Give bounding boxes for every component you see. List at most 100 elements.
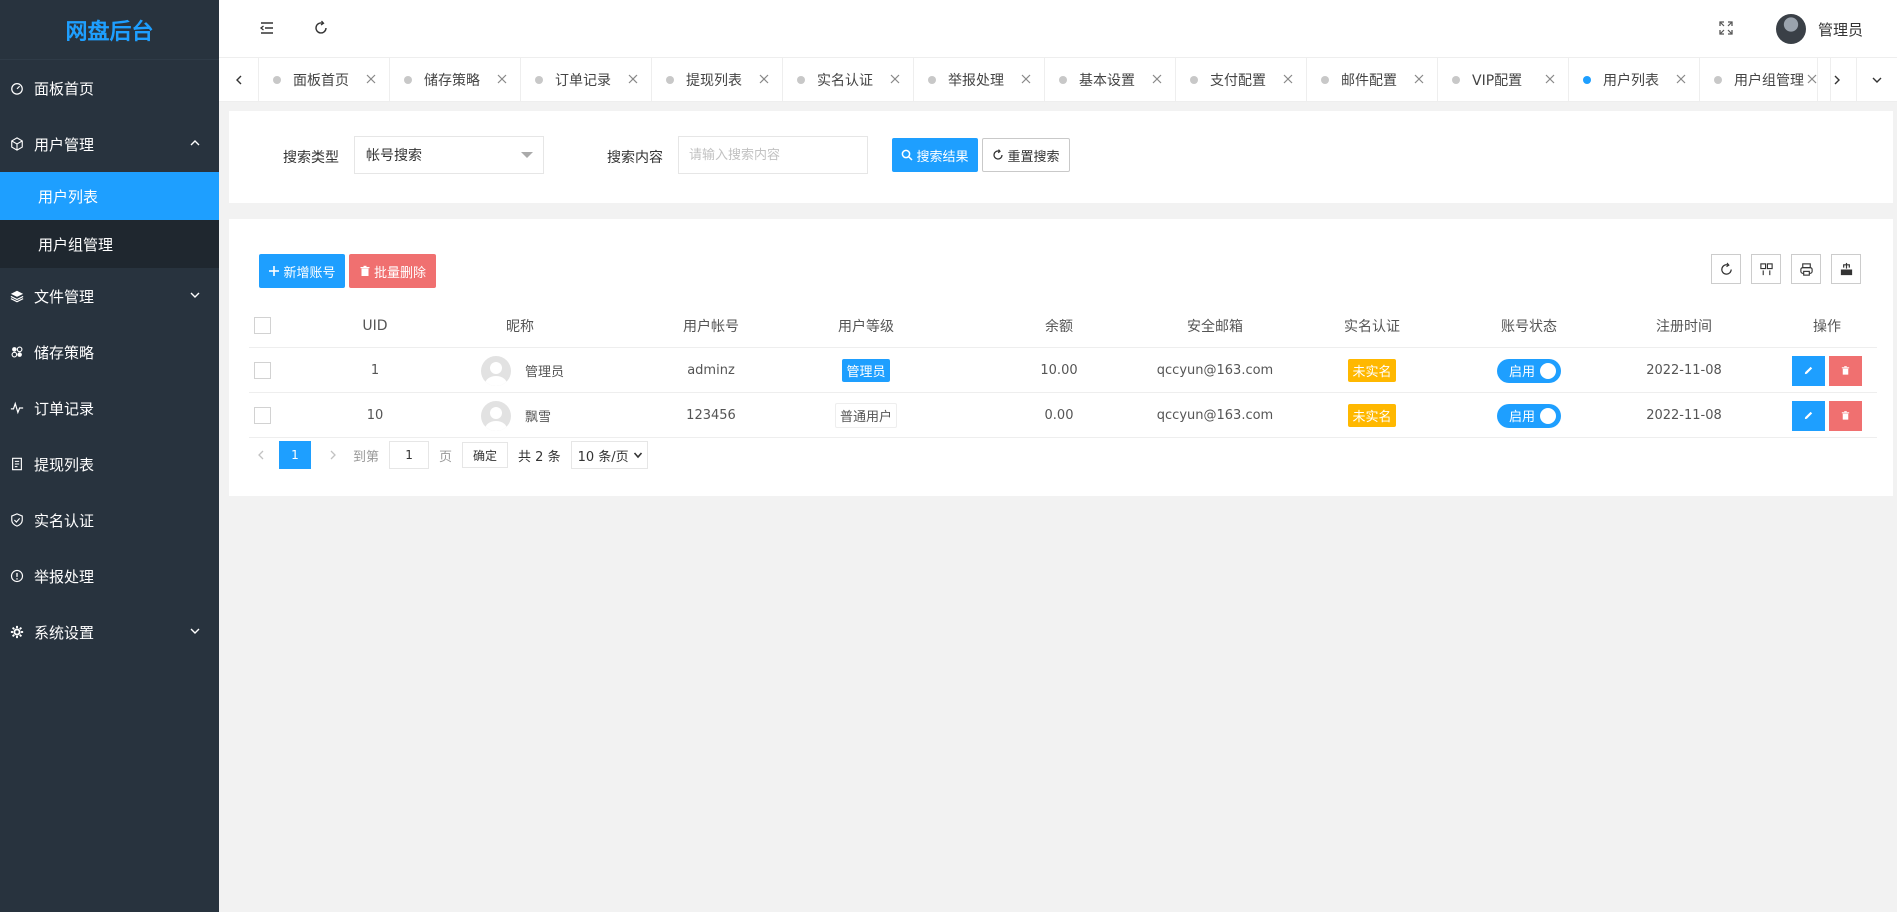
sidebar-item-label: 文件管理 <box>34 287 95 306</box>
tab-label: 支付配置 <box>1210 73 1266 89</box>
table-body: 1 管理员 adminz 管理员 10.00 qccyun@163.com 未实名 启用 202… <box>249 348 1877 438</box>
tabs-scroll-right[interactable] <box>1817 58 1857 102</box>
total-count: 共 2 条 <box>518 449 561 465</box>
search-input[interactable] <box>678 136 868 174</box>
user-menu[interactable]: 管理员 <box>1775 13 1863 45</box>
page-button-current[interactable]: 1 <box>279 441 311 469</box>
edit-button[interactable] <box>1792 400 1825 431</box>
close-icon[interactable] <box>1675 73 1687 85</box>
tab-label: 举报处理 <box>948 73 1004 89</box>
tab-item[interactable]: 用户组管理 <box>1700 58 1831 102</box>
column-header[interactable]: 昵称 <box>480 303 560 348</box>
account-cell: adminz <box>687 363 735 378</box>
close-icon[interactable] <box>1020 73 1032 85</box>
export-button[interactable] <box>1831 254 1861 284</box>
fullscreen-button[interactable] <box>1715 17 1737 39</box>
search-type-select[interactable]: 帐号搜索 <box>354 136 544 174</box>
edit-button[interactable] <box>1792 355 1825 386</box>
goto-page-input[interactable] <box>389 441 430 469</box>
tab-status-dot <box>273 76 281 84</box>
column-header[interactable]: 安全邮箱 <box>1155 303 1275 348</box>
tab-item[interactable]: 提现列表 <box>652 58 783 102</box>
trash-icon <box>1841 366 1850 375</box>
actions-cell <box>1785 348 1869 393</box>
column-header[interactable]: 用户帐号 <box>661 303 761 348</box>
column-header[interactable]: 余额 <box>1029 303 1089 348</box>
column-header[interactable]: 账号状态 <box>1479 303 1579 348</box>
sidebar-item-reports[interactable]: 举报处理 <box>0 548 219 604</box>
sidebar-item-system-settings[interactable]: 系统设置 <box>0 604 219 660</box>
shield-icon <box>10 513 24 527</box>
sidebar-item-file-management[interactable]: 文件管理 <box>0 268 219 324</box>
tab-item[interactable]: 储存策略 <box>390 58 521 102</box>
close-icon[interactable] <box>627 73 639 85</box>
verify-badge: 未实名 <box>1348 359 1396 382</box>
row-select-cell <box>249 393 275 438</box>
menu-fold-icon <box>259 22 273 34</box>
sidebar-item-user-group[interactable]: 用户组管理 <box>0 220 219 268</box>
caret-down-icon <box>521 152 533 158</box>
tab-item[interactable]: VIP配置 <box>1438 58 1569 102</box>
column-filter-button[interactable] <box>1751 254 1781 284</box>
sidebar-item-user-list[interactable]: 用户列表 <box>0 172 219 220</box>
close-icon[interactable] <box>758 73 770 85</box>
chevron-left-icon <box>258 450 264 460</box>
status-toggle[interactable]: 启用 <box>1497 358 1561 383</box>
print-button[interactable] <box>1791 254 1821 284</box>
add-account-button[interactable]: 新增账号 <box>259 254 345 288</box>
tab-status-dot <box>535 76 543 84</box>
table-refresh-button[interactable] <box>1711 254 1741 284</box>
tabs-dropdown[interactable] <box>1857 58 1897 102</box>
column-header[interactable]: 实名认证 <box>1322 303 1422 348</box>
tab-item[interactable]: 面板首页 <box>259 58 390 102</box>
tab-item[interactable]: 基本设置 <box>1045 58 1176 102</box>
next-page-button[interactable] <box>321 441 345 469</box>
delete-button[interactable] <box>1829 400 1862 431</box>
close-icon[interactable] <box>1413 73 1425 85</box>
sidebar-item-verification[interactable]: 实名认证 <box>0 492 219 548</box>
page-size-select[interactable]: 10 条/页 <box>570 441 648 469</box>
prev-page-button[interactable] <box>249 441 273 469</box>
tab-item[interactable]: 举报处理 <box>914 58 1045 102</box>
select-all-checkbox[interactable] <box>253 317 271 334</box>
sidebar-item-user-management[interactable]: 用户管理 <box>0 116 219 172</box>
chevron-left-icon <box>235 75 241 85</box>
tab-status-dot <box>1452 76 1460 84</box>
pagination: 1 到第 页 确定 共 2 条 10 条/页 <box>249 441 648 469</box>
search-button-label: 搜索结果 <box>916 149 969 165</box>
close-icon[interactable] <box>889 73 901 85</box>
close-icon[interactable] <box>1151 73 1163 85</box>
close-icon[interactable] <box>496 73 508 85</box>
sidebar-item-withdraw[interactable]: 提现列表 <box>0 436 219 492</box>
goto-confirm-button[interactable]: 确定 <box>462 442 509 468</box>
refresh-button[interactable] <box>310 17 332 39</box>
tabs-scroll-left[interactable] <box>219 58 259 102</box>
sidebar-item-storage-policy[interactable]: 储存策略 <box>0 324 219 380</box>
fullscreen-icon <box>1719 21 1733 35</box>
delete-button[interactable] <box>1829 355 1862 386</box>
tab-item[interactable]: 邮件配置 <box>1307 58 1438 102</box>
reset-button[interactable]: 重置搜索 <box>982 138 1070 172</box>
row-checkbox[interactable] <box>253 362 271 379</box>
tab-item[interactable]: 实名认证 <box>783 58 914 102</box>
column-header[interactable]: 注册时间 <box>1634 303 1734 348</box>
tab-item[interactable]: 订单记录 <box>521 58 652 102</box>
tab-item[interactable]: 支付配置 <box>1176 58 1307 102</box>
reg-time-cell: 2022-11-08 <box>1646 408 1722 423</box>
close-icon[interactable] <box>365 73 377 85</box>
row-checkbox[interactable] <box>253 407 271 424</box>
level-cell: 管理员 <box>816 348 916 393</box>
status-toggle[interactable]: 启用 <box>1497 403 1561 428</box>
menu-collapse-button[interactable] <box>256 17 278 39</box>
close-icon[interactable] <box>1544 73 1556 85</box>
search-button[interactable]: 搜索结果 <box>892 138 978 172</box>
sidebar-item-dashboard[interactable]: 面板首页 <box>0 60 219 116</box>
tab-item[interactable]: 用户列表 <box>1569 58 1700 102</box>
close-icon[interactable] <box>1282 73 1294 85</box>
sidebar-item-orders[interactable]: 订单记录 <box>0 380 219 436</box>
batch-delete-button[interactable]: 批量删除 <box>349 254 436 288</box>
status-cell: 启用 <box>1479 393 1579 438</box>
column-header[interactable]: UID <box>340 303 410 348</box>
column-header[interactable]: 用户等级 <box>816 303 916 348</box>
layers-icon <box>10 289 24 303</box>
